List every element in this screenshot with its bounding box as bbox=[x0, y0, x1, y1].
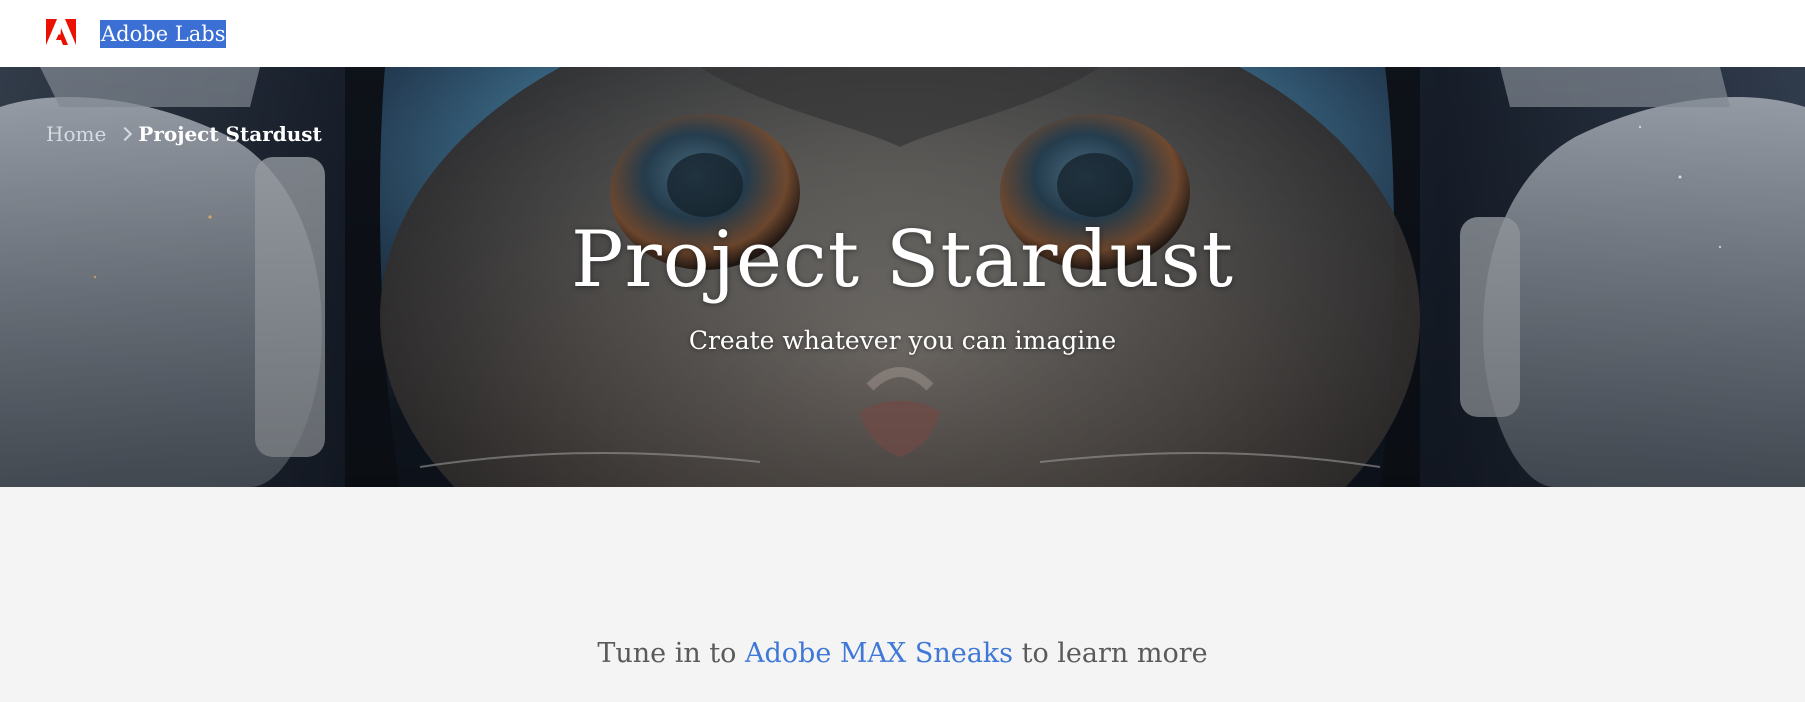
adobe-logo-icon[interactable] bbox=[46, 19, 76, 45]
hero-title: Project Stardust bbox=[570, 215, 1234, 305]
breadcrumb-current: Project Stardust bbox=[138, 122, 322, 146]
hero-banner: Home Project Stardust Project Stardust C… bbox=[0, 67, 1805, 487]
breadcrumb: Home Project Stardust bbox=[46, 120, 322, 148]
cta-prefix: Tune in to bbox=[597, 638, 746, 669]
brand-link[interactable]: Adobe Labs bbox=[100, 20, 227, 48]
adobe-max-sneaks-link[interactable]: Adobe MAX Sneaks bbox=[745, 638, 1013, 669]
breadcrumb-home-link[interactable]: Home bbox=[46, 120, 106, 148]
sneaks-callout: Tune in to Adobe MAX Sneaks to learn mor… bbox=[0, 636, 1805, 672]
cta-suffix: to learn more bbox=[1013, 638, 1208, 669]
top-nav-bar: Adobe Labs bbox=[0, 0, 1805, 67]
hero-subtitle: Create whatever you can imagine bbox=[688, 326, 1117, 355]
chevron-right-icon bbox=[118, 126, 133, 142]
